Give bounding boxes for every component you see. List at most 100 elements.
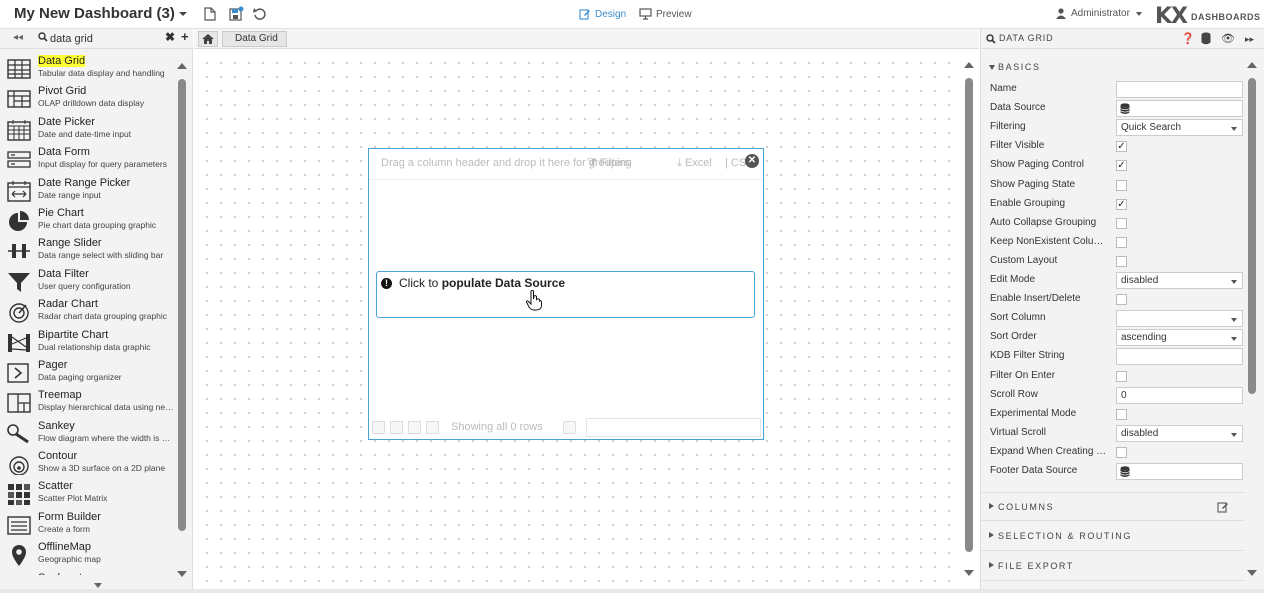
csv-export-button[interactable]: | CS bbox=[725, 157, 746, 169]
scroll-thumb[interactable] bbox=[965, 78, 973, 552]
save-icon[interactable] bbox=[228, 6, 244, 22]
prop-label-filter-visible: Filter Visible bbox=[990, 140, 1045, 152]
scroll-thumb[interactable] bbox=[178, 79, 186, 531]
component-item-radar-chart[interactable]: Radar Chart Radar chart data grouping gra… bbox=[0, 296, 175, 326]
component-item-data-form[interactable]: Data Form Input display for query paramet… bbox=[0, 144, 175, 174]
panel-scroll-down-icon[interactable] bbox=[94, 583, 102, 588]
prop-checkbox-show-paging-state[interactable] bbox=[1116, 179, 1127, 191]
undo-icon[interactable] bbox=[252, 6, 268, 22]
clear-search-icon[interactable]: ✖ bbox=[165, 30, 175, 44]
scroll-down-icon[interactable] bbox=[1247, 570, 1257, 576]
prop-select-virtual-scroll[interactable]: disabled bbox=[1116, 424, 1243, 442]
canvas-scrollbar[interactable] bbox=[963, 58, 975, 578]
populate-data-source-prompt[interactable]: ! Click to populate Data Source bbox=[376, 271, 755, 318]
populate-prefix: Click to bbox=[399, 276, 442, 290]
breadcrumb-current[interactable]: Data Grid bbox=[222, 31, 287, 47]
component-desc: OLAP drilldown data display bbox=[38, 98, 145, 109]
component-search-input[interactable] bbox=[50, 31, 160, 47]
help-icon[interactable]: ❓ bbox=[1181, 32, 1195, 45]
component-item-bipartite-chart[interactable]: Bipartite Chart Dual relationship data gr… bbox=[0, 327, 175, 357]
radar-chart-icon bbox=[9, 303, 29, 323]
chevron-down-icon[interactable] bbox=[177, 8, 189, 20]
section-basics[interactable]: BASICS bbox=[981, 53, 1244, 82]
component-desc: User query configuration bbox=[38, 280, 131, 291]
kx-logo: KX DASHBOARDS bbox=[1155, 4, 1261, 29]
component-item-contour[interactable]: Contour Show a 3D surface on a 2D plane bbox=[0, 448, 175, 478]
scroll-up-icon[interactable] bbox=[964, 62, 974, 68]
component-item-form-builder[interactable]: Form Builder Create a form bbox=[0, 509, 175, 539]
prev-page-icon[interactable] bbox=[390, 421, 403, 434]
database-icon[interactable] bbox=[1201, 32, 1211, 45]
filters-button[interactable]: ⧩ Filters bbox=[587, 157, 630, 170]
properties-scrollbar[interactable] bbox=[1246, 58, 1258, 578]
prop-checkbox-expand-when-creating-groups[interactable] bbox=[1116, 446, 1127, 458]
scroll-up-icon[interactable] bbox=[1247, 62, 1257, 68]
component-item-pivot-grid[interactable]: Pivot Grid OLAP drilldown data display bbox=[0, 83, 175, 113]
populate-message: Click to populate Data Source bbox=[399, 276, 565, 290]
prop-input-name[interactable] bbox=[1116, 81, 1243, 98]
dashboard-title[interactable]: My New Dashboard (3) bbox=[14, 5, 175, 22]
component-item-pager[interactable]: Pager Data paging organizer bbox=[0, 357, 175, 387]
prop-checkbox-show-paging-control[interactable]: ✓ bbox=[1116, 160, 1127, 172]
section-file-export[interactable]: FILE EXPORT bbox=[981, 552, 1244, 581]
section-columns[interactable]: COLUMNS bbox=[981, 492, 1244, 521]
component-item-scatter[interactable]: Scatter Scatter Plot Matrix bbox=[0, 478, 175, 508]
prop-datasource-data-source[interactable] bbox=[1116, 100, 1243, 118]
prop-checkbox-custom-layout[interactable] bbox=[1116, 255, 1127, 267]
component-item-data-filter[interactable]: Data Filter User query configuration bbox=[0, 266, 175, 296]
search-icon[interactable] bbox=[986, 34, 996, 44]
design-button[interactable]: Design bbox=[579, 8, 626, 20]
first-page-icon[interactable] bbox=[372, 421, 385, 434]
prop-select-sort-column[interactable] bbox=[1116, 310, 1243, 328]
prop-select-filtering[interactable]: Quick Search bbox=[1116, 119, 1243, 137]
add-icon[interactable]: + bbox=[181, 29, 189, 44]
collapse-right-icon[interactable]: ▸▸ bbox=[1245, 34, 1254, 45]
component-item-treemap[interactable]: Treemap Display hierarchical data using n… bbox=[0, 387, 175, 417]
filter-icon bbox=[8, 272, 30, 292]
form-icon bbox=[7, 151, 31, 168]
last-page-icon[interactable] bbox=[426, 421, 439, 434]
scroll-down-icon[interactable] bbox=[177, 571, 187, 577]
properties-title: DATA GRID bbox=[999, 33, 1054, 43]
prop-select-sort-order[interactable]: ascending bbox=[1116, 329, 1243, 347]
preview-button[interactable]: Preview bbox=[639, 8, 692, 20]
next-page-icon[interactable] bbox=[408, 421, 421, 434]
user-menu[interactable]: Administrator bbox=[1056, 8, 1143, 19]
edit-icon[interactable] bbox=[1217, 501, 1229, 513]
populate-bold: populate Data Source bbox=[441, 276, 566, 290]
section-selection-routing[interactable]: SELECTION & ROUTING bbox=[981, 522, 1244, 551]
excel-export-button[interactable]: ⤓ Excel bbox=[677, 157, 712, 170]
component-item-date-range-picker[interactable]: Date Range Picker Date range input bbox=[0, 175, 175, 205]
new-file-icon[interactable] bbox=[202, 6, 218, 22]
prop-checkbox-auto-collapse-grouping[interactable] bbox=[1116, 217, 1127, 229]
prop-checkbox-filter-on-enter[interactable] bbox=[1116, 370, 1127, 382]
lightbulb-icon[interactable] bbox=[563, 421, 576, 434]
component-list-scrollbar[interactable] bbox=[176, 57, 188, 577]
prop-checkbox-experimental-mode[interactable] bbox=[1116, 408, 1127, 420]
prop-checkbox-filter-visible[interactable]: ✓ bbox=[1116, 141, 1127, 153]
prop-checkbox-enable-insert-delete[interactable] bbox=[1116, 294, 1127, 306]
prop-checkbox-keep-nonexistent-columns[interactable] bbox=[1116, 236, 1127, 248]
prop-datasource-footer-data-source[interactable] bbox=[1116, 463, 1243, 480]
chevron-down-icon bbox=[1135, 11, 1142, 16]
scroll-down-icon[interactable] bbox=[964, 570, 974, 576]
component-item-sankey[interactable]: Sankey Flow diagram where the width is pr… bbox=[0, 418, 175, 448]
scroll-up-icon[interactable] bbox=[177, 63, 187, 69]
component-item-offlinemap[interactable]: OfflineMap Geographic map bbox=[0, 539, 175, 569]
breadcrumb-home[interactable] bbox=[198, 31, 218, 47]
grid-pager: Showing all 0 rows bbox=[369, 417, 763, 439]
component-item-date-picker[interactable]: Date Picker Date and date-time input bbox=[0, 114, 175, 144]
breadcrumb: Data Grid bbox=[194, 29, 979, 49]
collapse-left-icon[interactable]: ◂◂ bbox=[13, 32, 23, 43]
scroll-thumb[interactable] bbox=[1248, 78, 1256, 394]
close-icon[interactable]: ✕ bbox=[745, 154, 759, 168]
component-item-pie-chart[interactable]: Pie Chart Pie chart data grouping graphic bbox=[0, 205, 175, 235]
component-item-data-grid[interactable]: Data Grid Tabular data display and handli… bbox=[0, 53, 175, 83]
component-item-sunburst[interactable]: Sunburst bbox=[0, 570, 175, 575]
prop-select-edit-mode[interactable]: disabled bbox=[1116, 272, 1243, 289]
prop-input-scroll-row[interactable] bbox=[1116, 386, 1243, 404]
eye-icon[interactable]: 👁 bbox=[1221, 32, 1235, 45]
component-item-range-slider[interactable]: Range Slider Data range select with slidi… bbox=[0, 235, 175, 265]
prop-checkbox-enable-grouping[interactable]: ✓ bbox=[1116, 198, 1127, 210]
prop-input-kdb-filter-string[interactable] bbox=[1116, 348, 1243, 366]
